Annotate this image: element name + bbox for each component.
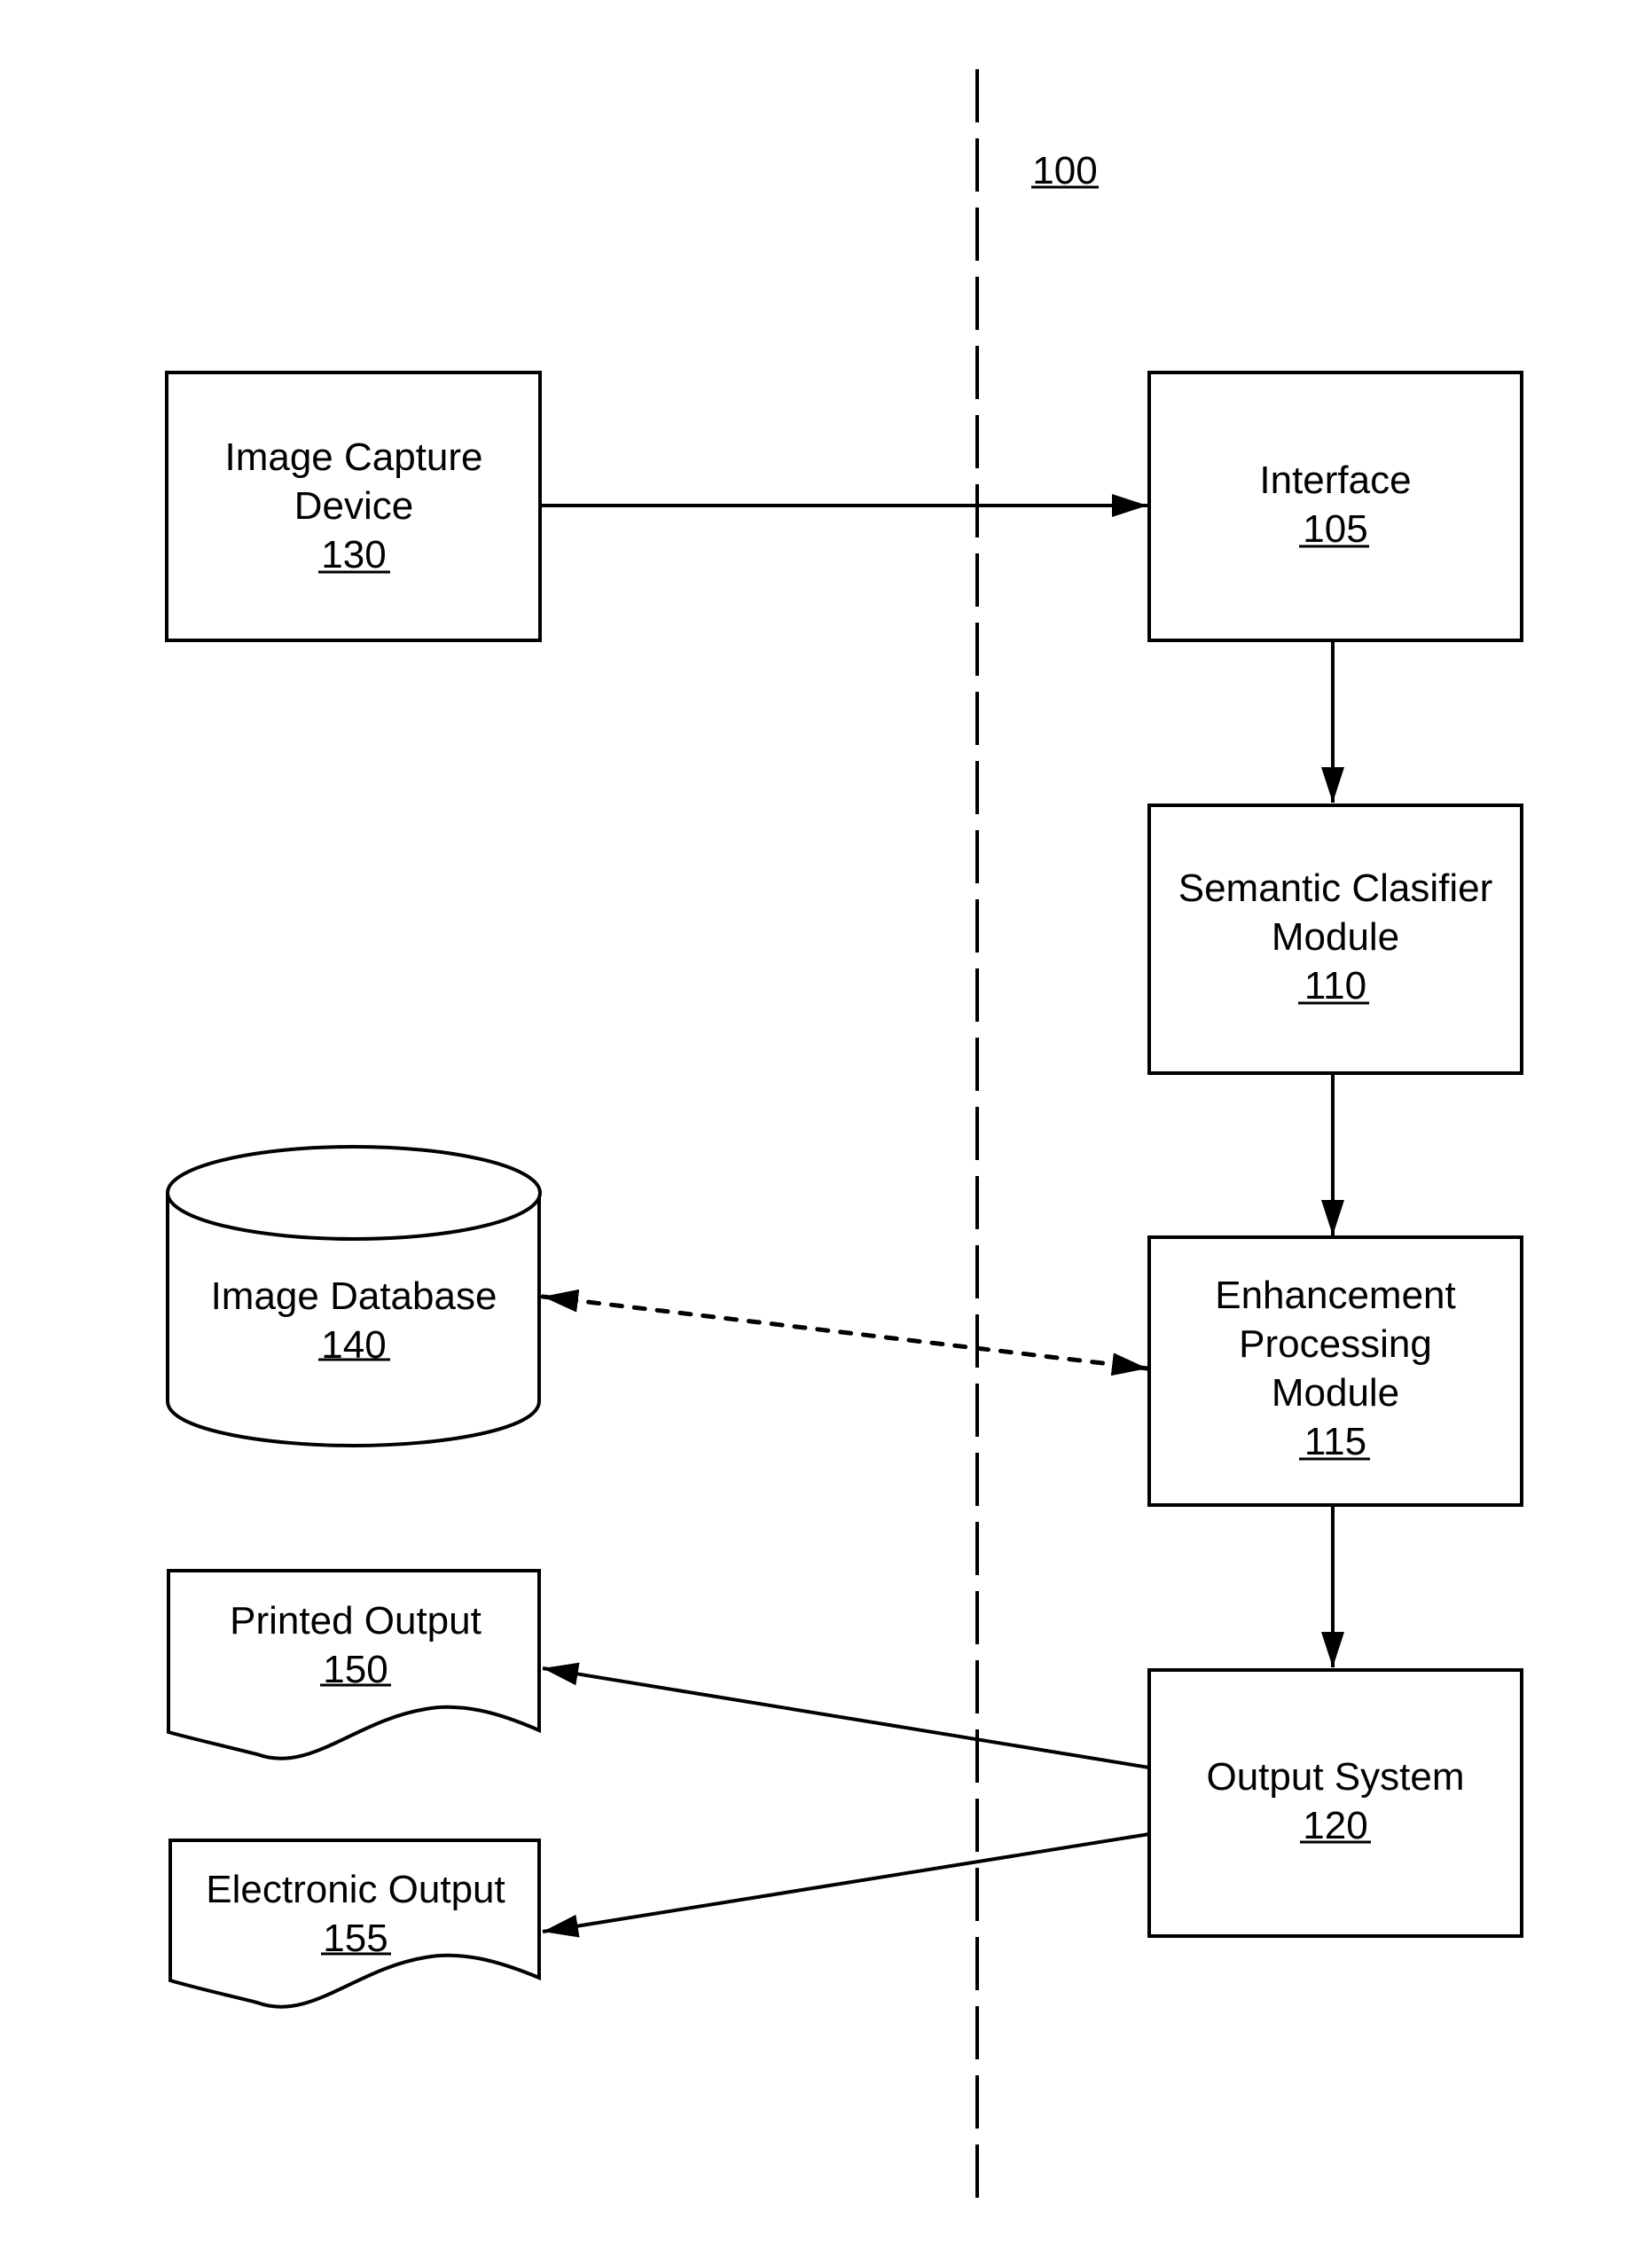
node-label-line: Device [294, 484, 414, 528]
node-label-line: Processing [1239, 1322, 1432, 1366]
node-printed-output[interactable]: Printed Output 150 [167, 1569, 541, 1760]
node-label-line: Module [1272, 915, 1399, 959]
node-label-line: Electronic Output [206, 1868, 505, 1911]
node-reference: 105 [1303, 507, 1367, 551]
node-label-line: Module [1272, 1371, 1399, 1415]
node-label-line: Image Database [211, 1274, 497, 1318]
node-output-system[interactable]: Output System 120 [1147, 1668, 1523, 1938]
node-reference: 115 [1304, 1420, 1366, 1463]
edge-output-to-printed [542, 1662, 1150, 1769]
node-label-line: Image Capture [224, 435, 482, 479]
node-label-line: Semantic Clasifier [1178, 866, 1493, 910]
node-reference: 130 [321, 533, 386, 576]
node-box [1147, 1668, 1523, 1938]
cylinder-top [166, 1145, 542, 1241]
system-diagram: 100 Image Capture Device 130 Interface 1… [165, 69, 1523, 2199]
node-image-capture-device[interactable]: Image Capture Device 130 [165, 371, 542, 642]
node-label-line: Printed Output [230, 1599, 482, 1643]
node-label-line: Enhancement [1215, 1274, 1456, 1317]
node-semantic-classifier[interactable]: Semantic Clasifier Module 110 [1147, 804, 1523, 1075]
edge-output-to-electronic [542, 1832, 1150, 1938]
node-label-line: Output System [1206, 1755, 1464, 1799]
edge-database-enhancement [540, 1289, 1150, 1376]
node-image-database[interactable]: Image Database 140 [166, 1145, 542, 1448]
node-label-line: Interface [1259, 459, 1411, 502]
node-electronic-output[interactable]: Electronic Output 155 [168, 1839, 541, 2009]
figure-reference: 100 [1031, 149, 1099, 192]
node-box [1147, 371, 1523, 642]
node-enhancement-processing[interactable]: Enhancement Processing Module 115 [1147, 1235, 1523, 1507]
node-reference: 110 [1304, 964, 1366, 1008]
node-interface[interactable]: Interface 105 [1147, 371, 1523, 642]
